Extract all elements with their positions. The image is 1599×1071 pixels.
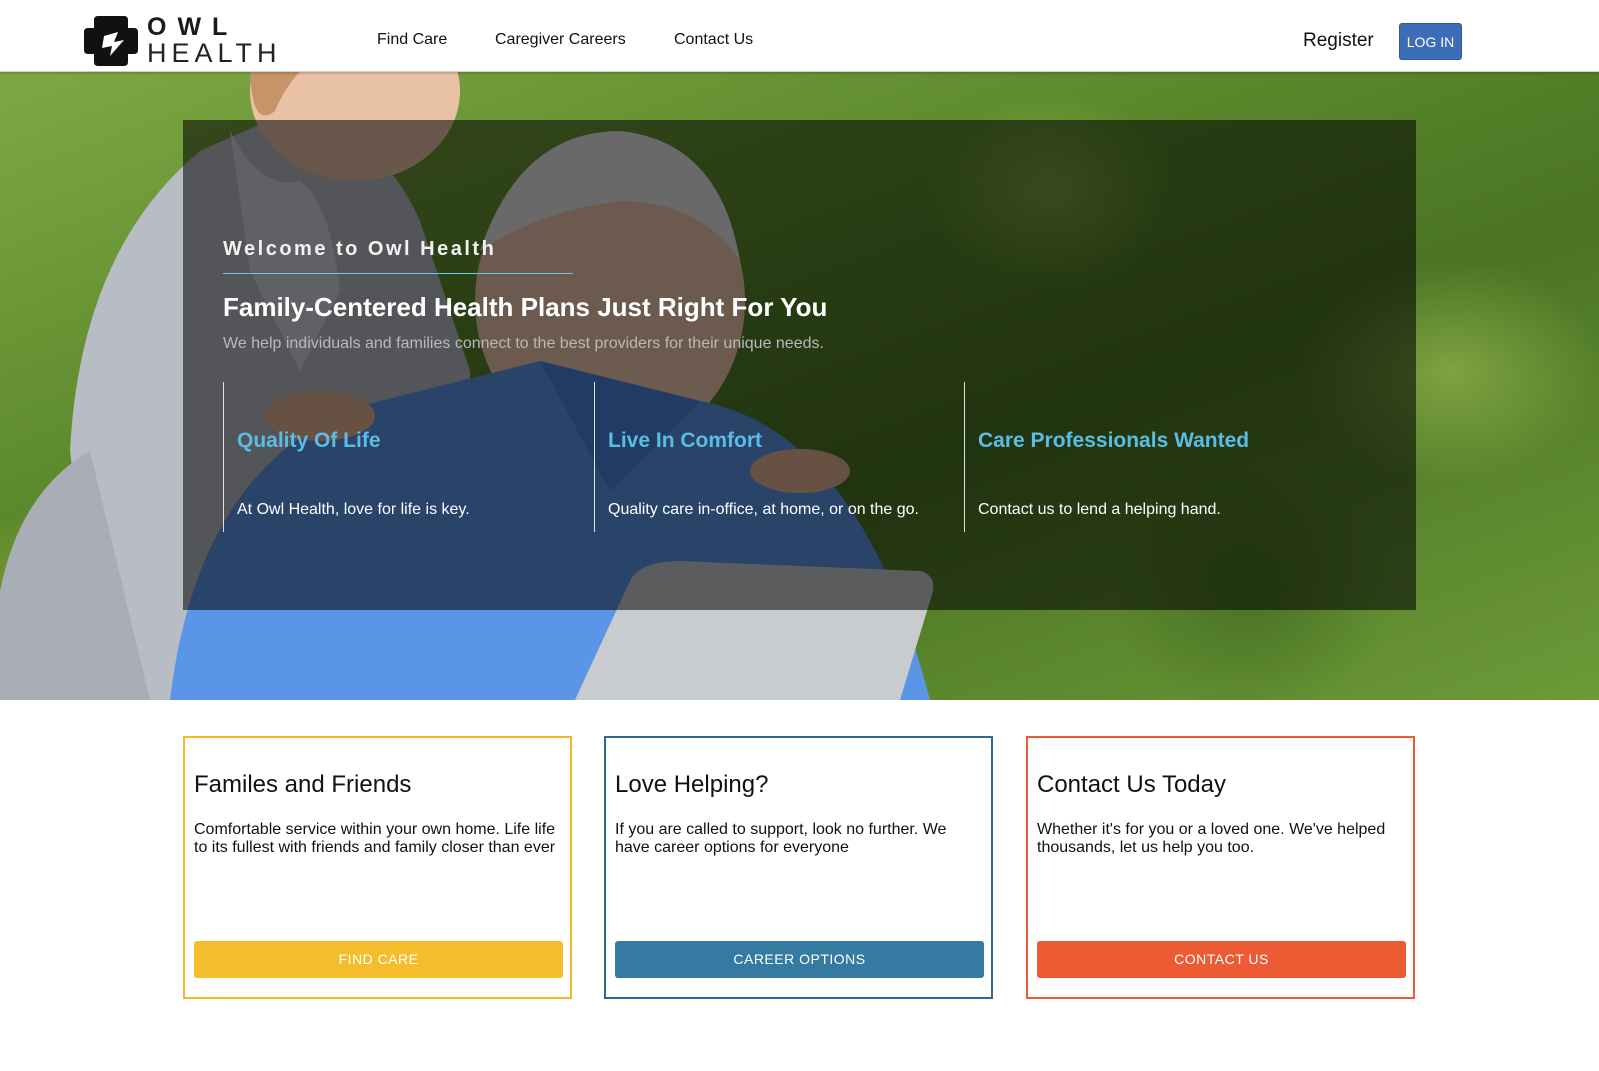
brand-logo[interactable]: OWL HEALTH <box>84 13 277 68</box>
feature-live-in-comfort: Live In Comfort Quality care in-office, … <box>594 382 964 532</box>
contact-us-button[interactable]: CONTACT US <box>1037 941 1406 978</box>
feature-text: Quality care in-office, at home, or on t… <box>608 501 919 518</box>
feature-text: Contact us to lend a helping hand. <box>978 501 1221 518</box>
career-options-button[interactable]: CAREER OPTIONS <box>615 941 984 978</box>
card-title: Love Helping? <box>615 771 769 798</box>
owl-health-logo-icon <box>84 16 138 66</box>
hero-overlay-panel: Welcome to Owl Health Family-Centered He… <box>183 120 1416 610</box>
feature-text: At Owl Health, love for life is key. <box>237 501 470 518</box>
welcome-heading: Welcome to Owl Health <box>223 238 497 260</box>
card-text: Comfortable service within your own home… <box>194 821 556 856</box>
nav-caregiver-careers[interactable]: Caregiver Careers <box>495 31 626 49</box>
feature-title: Quality Of Life <box>237 429 381 452</box>
feature-title: Live In Comfort <box>608 429 763 452</box>
card-contact-us-today: Contact Us Today Whether it's for you or… <box>1026 736 1415 999</box>
nav-contact-us[interactable]: Contact Us <box>674 31 753 49</box>
card-text: If you are called to support, look no fu… <box>615 821 947 856</box>
hero-headline: Family-Centered Health Plans Just Right … <box>223 292 828 322</box>
nav-find-care[interactable]: Find Care <box>377 31 447 49</box>
hero-banner: Welcome to Owl Health Family-Centered He… <box>0 71 1599 700</box>
site-header: OWL HEALTH Find Care Caregiver Careers C… <box>0 0 1599 72</box>
feature-title: Care Professionals Wanted <box>978 429 1250 452</box>
card-families-and-friends: Familes and Friends Comfortable service … <box>183 736 572 999</box>
register-link[interactable]: Register <box>1303 30 1374 52</box>
logo-text-health: HEALTH <box>147 38 282 68</box>
welcome-underline <box>223 273 573 274</box>
feature-care-professionals-wanted: Care Professionals Wanted Contact us to … <box>964 382 1364 532</box>
card-love-helping: Love Helping? If you are called to suppo… <box>604 736 993 999</box>
card-text: Whether it's for you or a loved one. We'… <box>1037 821 1386 856</box>
card-title: Familes and Friends <box>194 771 412 798</box>
login-button[interactable]: LOG IN <box>1399 23 1462 60</box>
feature-quality-of-life: Quality Of Life At Owl Health, love for … <box>223 382 593 532</box>
hero-subline: We help individuals and families connect… <box>223 335 824 352</box>
find-care-button[interactable]: FIND CARE <box>194 941 563 978</box>
card-title: Contact Us Today <box>1037 771 1226 798</box>
